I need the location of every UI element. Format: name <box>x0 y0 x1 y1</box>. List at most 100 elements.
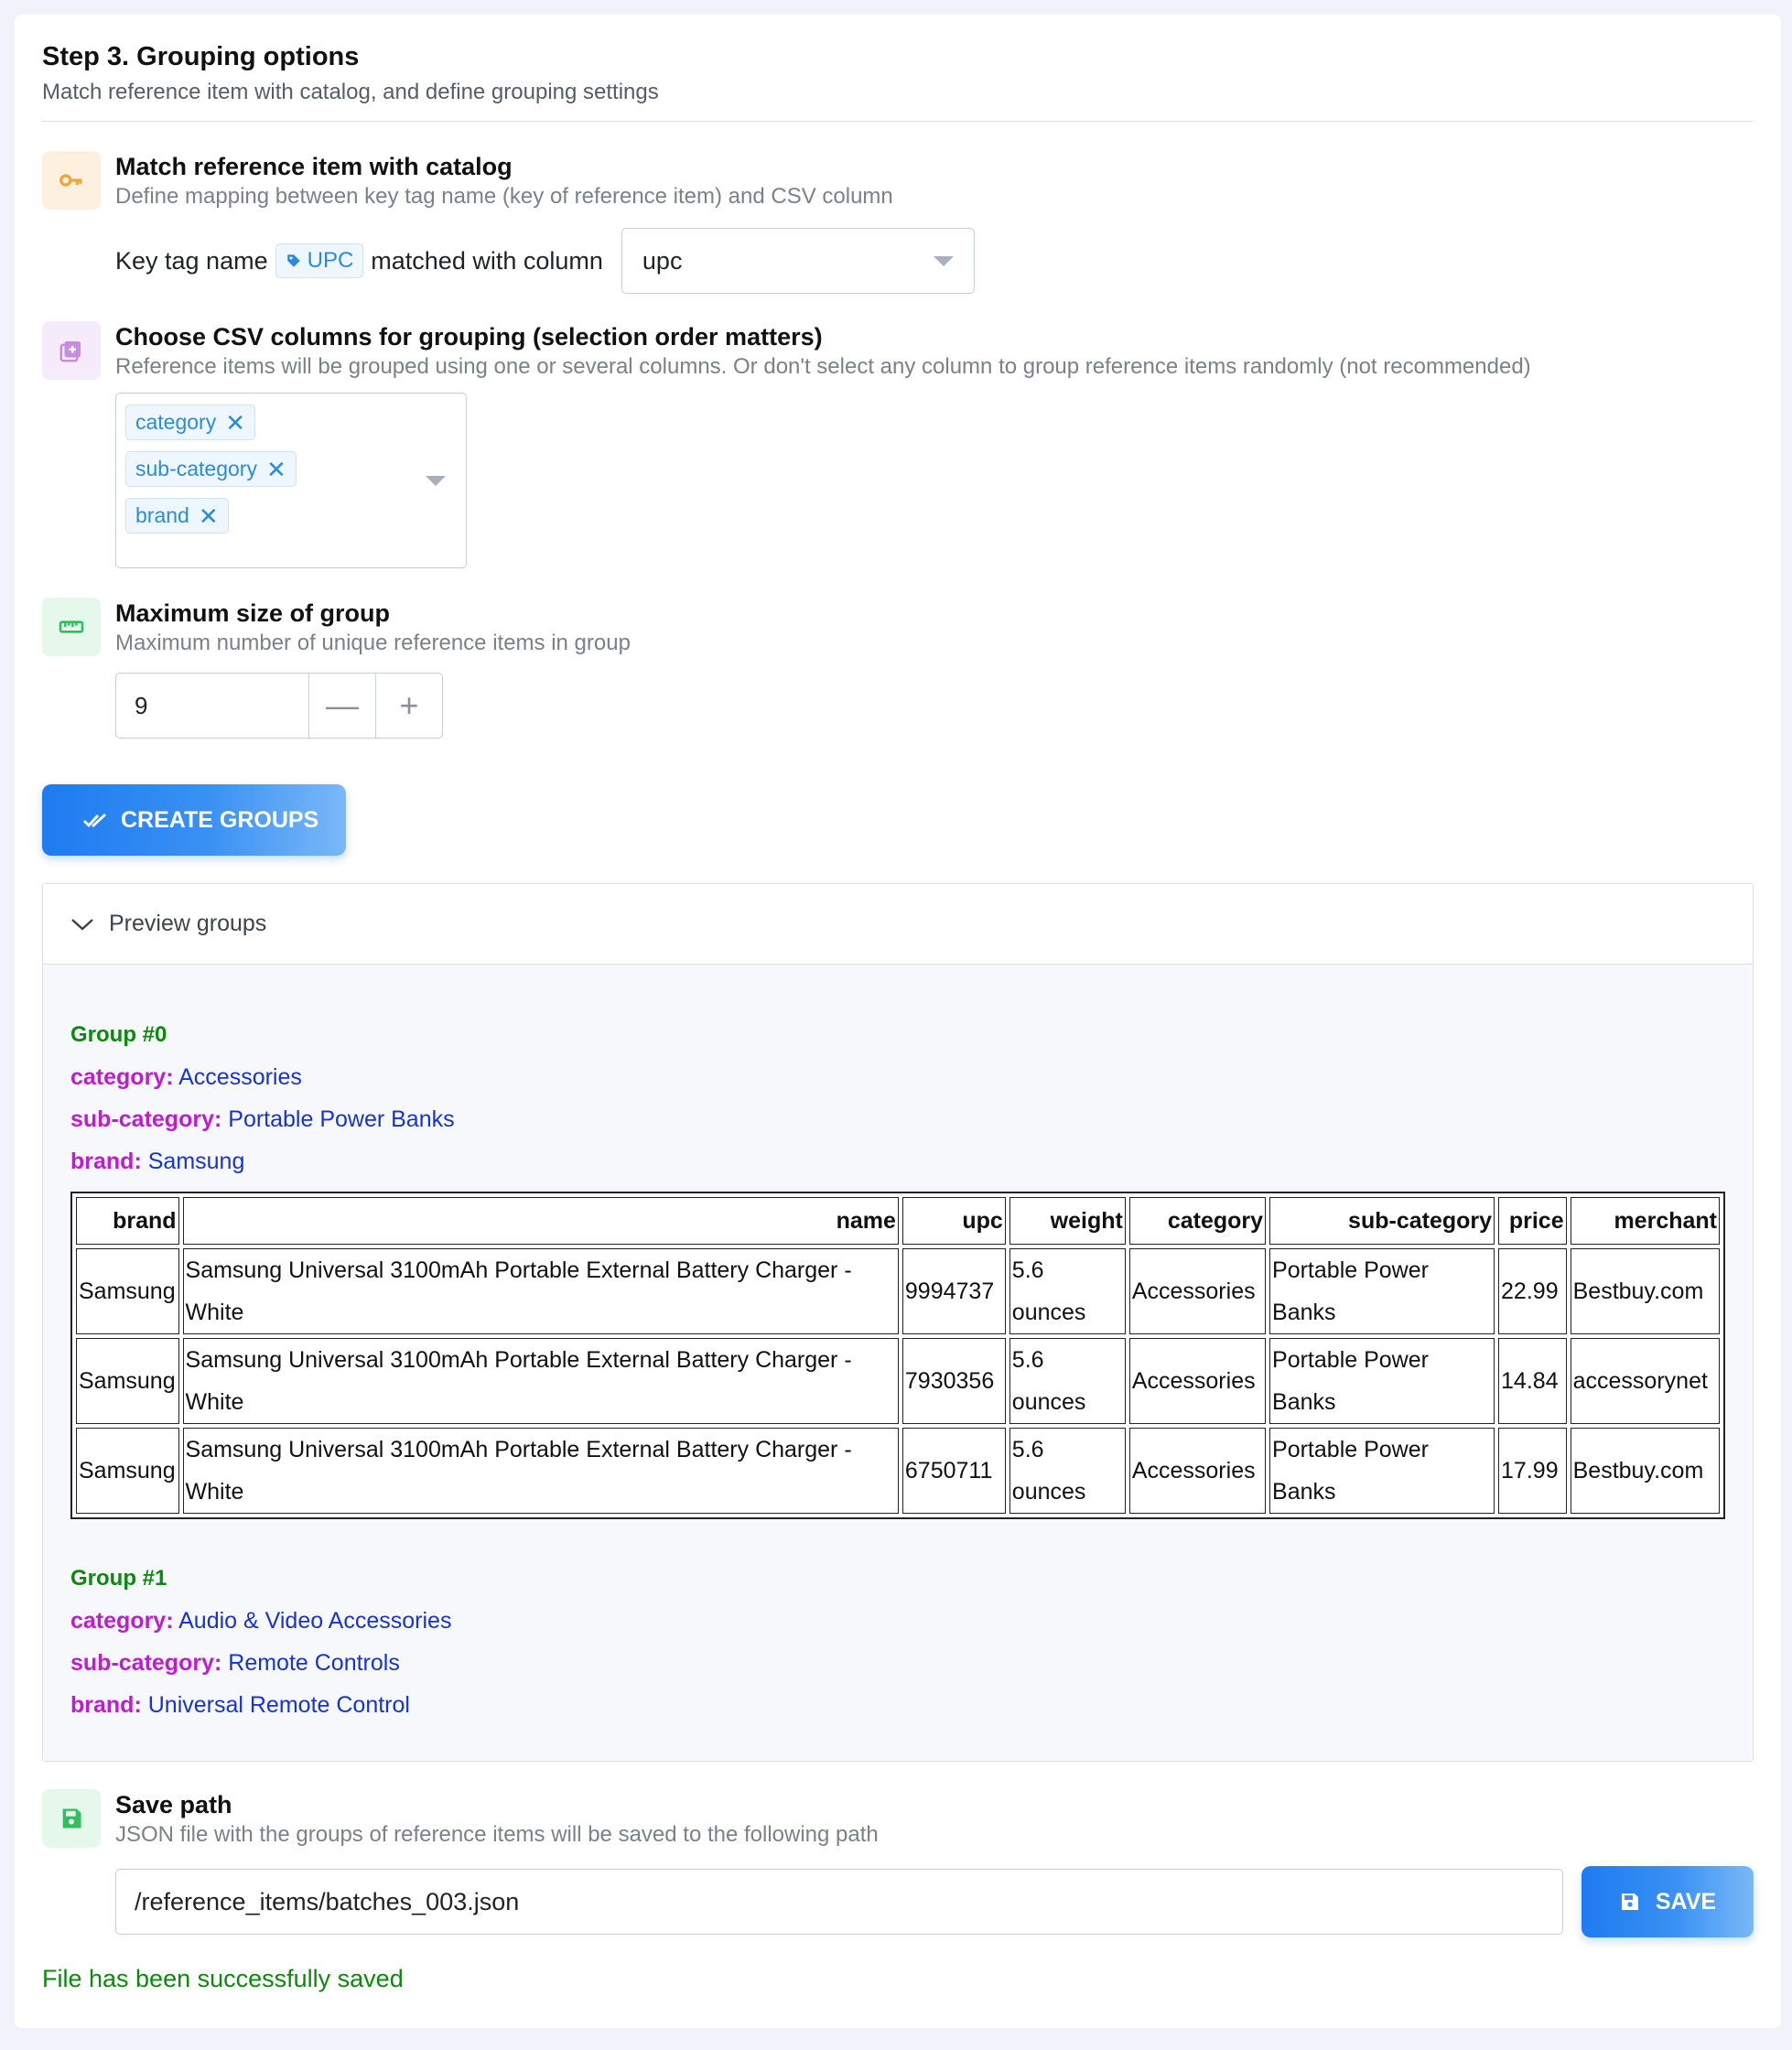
match-title: Match reference item with catalog <box>115 153 513 180</box>
table-cell: 17.99 <box>1498 1428 1567 1514</box>
table-cell: Accessories <box>1128 1338 1267 1424</box>
grouping-options-card: Step 3. Grouping options Match reference… <box>15 15 1781 2028</box>
table-cell: 7930356 <box>901 1338 1006 1424</box>
group-title: Group #1 <box>70 1566 167 1591</box>
add-box-icon <box>42 321 101 380</box>
table-cell: 9994737 <box>901 1248 1006 1334</box>
key-mapping-row: Key tag name UPC matched with column upc <box>115 228 1754 294</box>
column-header: brand <box>76 1197 179 1245</box>
table-cell: Samsung Universal 3100mAh Portable Exter… <box>182 1428 899 1514</box>
step-title: Step 3. Grouping options <box>42 42 360 71</box>
chip-label: category <box>135 410 217 434</box>
chevron-down-icon[interactable] <box>426 476 446 486</box>
table-cell: Portable Power Banks <box>1269 1428 1495 1514</box>
table-cell: 5.6 ounces <box>1009 1248 1126 1334</box>
group-field: brand: Samsung <box>70 1140 1725 1182</box>
save-button[interactable]: SAVE <box>1581 1866 1754 1937</box>
chip-label: brand <box>135 503 189 527</box>
table-cell: 5.6 ounces <box>1009 1428 1126 1514</box>
chip-sub-category: sub-category ✕ <box>125 451 297 487</box>
group-field-key: sub-category: <box>70 1650 222 1676</box>
chevron-down-icon <box>71 918 93 931</box>
column-header: weight <box>1009 1197 1126 1245</box>
table-cell: 5.6 ounces <box>1009 1338 1126 1424</box>
save-icon <box>1621 1894 1638 1910</box>
close-icon[interactable]: ✕ <box>225 411 245 435</box>
grouping-title: Choose CSV columns for grouping (selecti… <box>115 323 823 351</box>
step-subtitle: Match reference item with catalog, and d… <box>42 80 659 104</box>
column-select[interactable]: upc <box>621 228 975 294</box>
decrement-button[interactable]: — <box>308 674 375 738</box>
table-cell: Portable Power Banks <box>1269 1248 1495 1334</box>
group-title: Group #0 <box>70 1022 167 1047</box>
preview-panel: Preview groups Group #0 category: Access… <box>42 883 1754 1762</box>
close-icon[interactable]: ✕ <box>266 458 286 481</box>
table-row: Samsung Samsung Universal 3100mAh Portab… <box>76 1248 1720 1334</box>
group-field: brand: Universal Remote Control <box>70 1684 1725 1726</box>
column-header: merchant <box>1570 1197 1720 1245</box>
ruler-icon <box>42 598 101 656</box>
group-field-value: Audio & Video Accessories <box>178 1608 452 1634</box>
key-tag-text: UPC <box>307 248 354 273</box>
group-field-key: brand: <box>70 1149 142 1174</box>
table-row: Samsung Samsung Universal 3100mAh Portab… <box>76 1428 1720 1514</box>
column-header: category <box>1128 1197 1267 1245</box>
save-path-input[interactable]: /reference_items/batches_003.json <box>115 1869 1563 1935</box>
group-field-value: Portable Power Banks <box>228 1106 455 1132</box>
column-select-value: upc <box>642 246 683 275</box>
table-cell: 6750711 <box>901 1428 1006 1514</box>
match-subtitle: Define mapping between key tag name (key… <box>115 184 893 209</box>
table-cell: Bestbuy.com <box>1570 1428 1720 1514</box>
grouping-subtitle: Reference items will be grouped using on… <box>115 354 1531 379</box>
save-title: Save path <box>115 1791 232 1818</box>
group-field: category: Accessories <box>70 1056 1725 1098</box>
table-cell: Samsung <box>76 1248 179 1334</box>
save-path-section: Save path JSON file with the groups of r… <box>42 1789 1754 1937</box>
divider <box>42 121 1754 122</box>
column-header: sub-category <box>1269 1197 1495 1245</box>
match-section: Match reference item with catalog Define… <box>42 151 1754 294</box>
table-cell: Accessories <box>1128 1248 1267 1334</box>
column-header: name <box>182 1197 899 1245</box>
grouping-columns-multiselect[interactable]: category ✕ sub-category ✕ brand ✕ <box>115 393 467 568</box>
create-groups-button[interactable]: CREATE GROUPS <box>42 784 346 856</box>
group-field-key: category: <box>70 1608 174 1634</box>
max-size-section: Maximum size of group Maximum number of … <box>42 598 1754 739</box>
group-field-value: Universal Remote Control <box>147 1692 410 1718</box>
column-header: upc <box>901 1197 1006 1245</box>
increment-button[interactable]: + <box>375 674 442 738</box>
group-field: sub-category: Portable Power Banks <box>70 1098 1725 1140</box>
table-header-row: brand name upc weight category sub-categ… <box>76 1197 1720 1245</box>
group-field-key: sub-category: <box>70 1106 222 1132</box>
group-field-value: Accessories <box>178 1064 302 1090</box>
table-cell: Bestbuy.com <box>1570 1248 1720 1334</box>
matched-with-label: matched with column <box>371 246 603 275</box>
group-field-key: category: <box>70 1064 174 1090</box>
table-cell: 22.99 <box>1498 1248 1567 1334</box>
group-table: brand name upc weight category sub-categ… <box>70 1192 1725 1519</box>
tag-icon <box>286 254 300 267</box>
chip-label: sub-category <box>135 457 257 480</box>
chevron-down-icon <box>933 255 954 266</box>
save-subtitle: JSON file with the groups of reference i… <box>115 1822 879 1847</box>
save-button-label: SAVE <box>1655 1888 1717 1915</box>
close-icon[interactable]: ✕ <box>199 504 219 528</box>
chip-brand: brand ✕ <box>125 498 229 534</box>
preview-content: Group #0 category: Accessories sub-categ… <box>43 965 1753 1761</box>
group-size-stepper: 9 — + <box>115 673 443 739</box>
key-icon <box>42 151 101 210</box>
preview-toggle[interactable]: Preview groups <box>43 884 1753 965</box>
table-row: Samsung Samsung Universal 3100mAh Portab… <box>76 1338 1720 1424</box>
group-size-input[interactable]: 9 <box>116 674 308 738</box>
table-cell: Samsung <box>76 1428 179 1514</box>
save-status-message: File has been successfully saved <box>42 1965 404 1992</box>
max-size-subtitle: Maximum number of unique reference items… <box>115 631 631 655</box>
group-field-value: Samsung <box>147 1149 245 1174</box>
chip-category: category ✕ <box>125 405 256 440</box>
group-field: sub-category: Remote Controls <box>70 1642 1725 1684</box>
table-cell: Samsung Universal 3100mAh Portable Exter… <box>182 1338 899 1424</box>
group-field-value: Remote Controls <box>228 1650 400 1676</box>
table-cell: Accessories <box>1128 1428 1267 1514</box>
create-groups-label: CREATE GROUPS <box>121 806 319 833</box>
table-cell: Portable Power Banks <box>1269 1338 1495 1424</box>
